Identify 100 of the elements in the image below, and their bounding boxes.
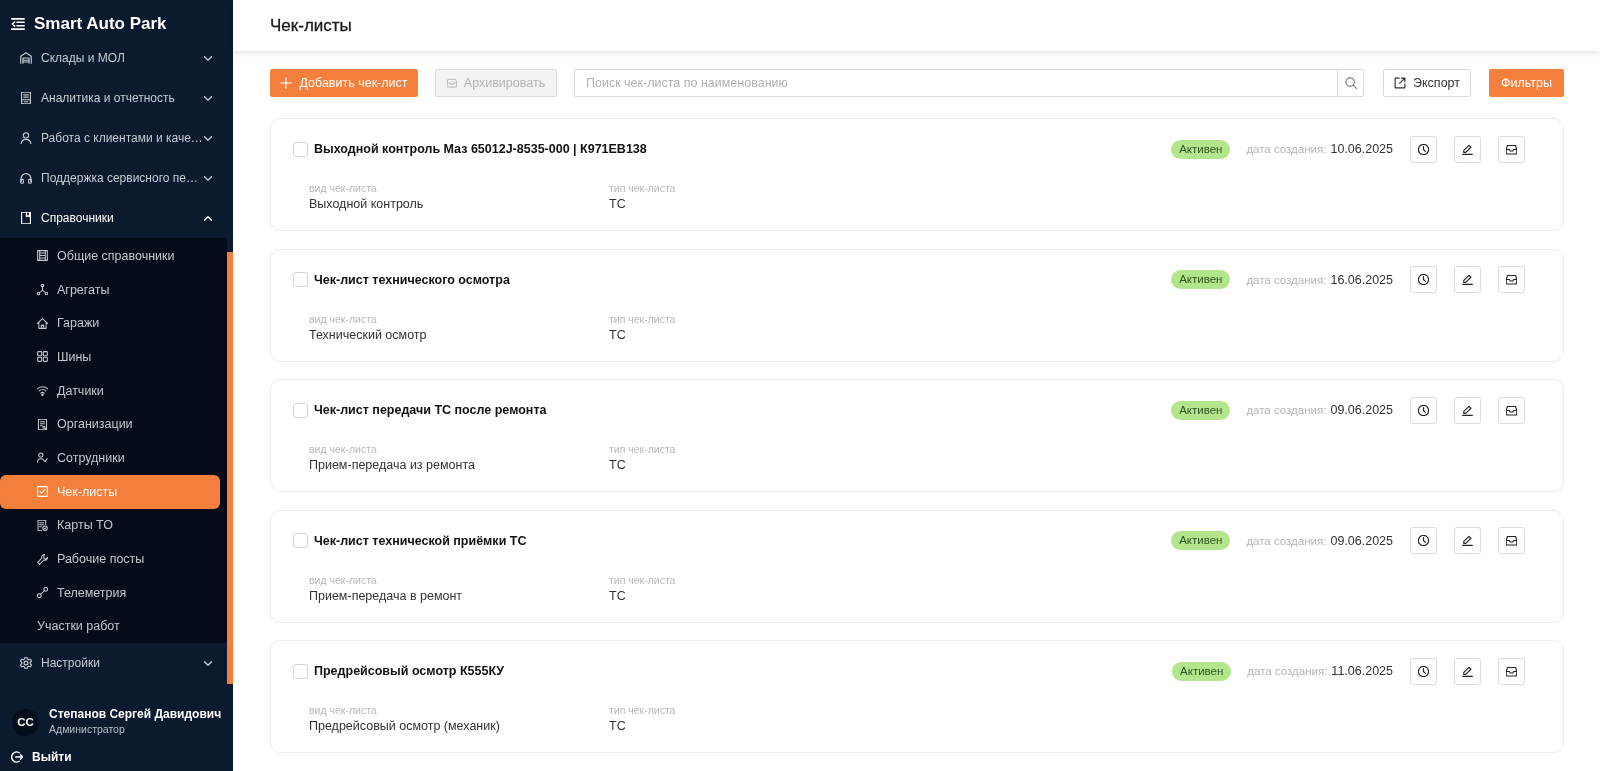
status-badge: Активен [1171, 400, 1231, 420]
date-label: дата создания: [1246, 143, 1327, 155]
link-icon [37, 587, 48, 599]
settings-icon [20, 657, 32, 670]
document-check-icon [37, 519, 48, 531]
status-badge: Активен [1171, 139, 1231, 159]
inbox-icon [446, 78, 457, 88]
pencil-icon [1462, 404, 1473, 416]
sidebar-group[interactable]: Поддержка сервисного пе… [0, 158, 227, 198]
checkbox[interactable] [293, 533, 308, 549]
user-check-icon [37, 452, 48, 464]
sidebar-item[interactable]: Гаражи [0, 306, 220, 341]
archive-item-button[interactable] [1498, 527, 1525, 555]
user-role: Администратор [49, 722, 125, 738]
checklist-title: Предрейсовый осмотр К555КУ [314, 664, 505, 679]
user-avatar: СС [12, 708, 39, 736]
date-label: дата создания: [1246, 404, 1327, 417]
field-value: Прием-передача в ремонт [309, 587, 463, 605]
field-label: вид чек-листа [309, 572, 377, 587]
table-icon [37, 250, 48, 262]
inbox-icon [1506, 535, 1517, 547]
logout-button[interactable]: Выйти [11, 746, 72, 769]
sidebar-group[interactable]: Работа с клиентами и каче… [0, 118, 227, 158]
search-field[interactable]: Поиск чек-листа по наименованию [574, 69, 1337, 97]
field-value: ТС [609, 196, 626, 213]
chevron-down-icon [204, 660, 212, 666]
date-value: 16.06.2025 [1330, 272, 1393, 287]
checkbox[interactable] [293, 402, 308, 418]
clock-icon [1418, 274, 1429, 286]
inbox-icon [1506, 404, 1517, 416]
archive-item-button[interactable] [1498, 135, 1525, 163]
logout-icon [11, 751, 23, 764]
warehouse-icon [20, 52, 32, 64]
sidebar-item[interactable]: Телеметрия [0, 575, 220, 610]
book-icon [20, 212, 32, 224]
wrench-icon [37, 553, 48, 565]
home-icon [37, 317, 48, 329]
sidebar-group[interactable]: Настройки [0, 643, 227, 684]
field-label: вид чек-листа [309, 181, 377, 195]
archive-item-button[interactable] [1498, 657, 1525, 685]
export-button[interactable]: Экспорт [1383, 69, 1471, 97]
field-value: ТС [609, 457, 626, 475]
edit-button[interactable] [1454, 266, 1481, 294]
inbox-icon [1506, 274, 1517, 286]
sidebar-item[interactable]: Участки работ [0, 609, 220, 644]
pencil-icon [1462, 274, 1473, 286]
field-value: Технический осмотр [309, 326, 427, 344]
pencil-icon [1462, 665, 1473, 677]
history-button[interactable] [1410, 657, 1437, 685]
pencil-icon [1462, 535, 1473, 547]
sidebar-item[interactable]: Организации [0, 407, 220, 442]
field-value: ТС [609, 587, 626, 605]
sidebar-item[interactable]: Карты ТО [0, 508, 220, 543]
checkbox-icon [37, 486, 48, 498]
inbox-icon [1506, 665, 1517, 677]
clock-icon [1418, 404, 1429, 416]
field-value: Выходной контроль [309, 196, 424, 213]
field-label: тип чек-листа [609, 181, 676, 195]
history-button[interactable] [1410, 135, 1437, 163]
archive-item-button[interactable] [1498, 396, 1525, 424]
field-label: вид чек-листа [309, 442, 377, 457]
pencil-icon [1462, 143, 1473, 155]
archive-item-button[interactable] [1498, 266, 1525, 294]
sidebar-item[interactable]: Рабочие посты [0, 542, 220, 576]
sidebar-item[interactable]: Шины [0, 340, 220, 374]
edit-button[interactable] [1454, 396, 1481, 424]
sidebar-item[interactable]: Датчики [0, 373, 220, 408]
edit-button[interactable] [1454, 527, 1481, 555]
user-name: Степанов Сергей Давидович [49, 707, 222, 723]
history-button[interactable] [1410, 527, 1437, 555]
status-badge: Активен [1172, 661, 1232, 681]
search-icon [1344, 77, 1357, 89]
edit-button[interactable] [1454, 135, 1481, 163]
chevron-down-icon [204, 95, 212, 101]
status-badge: Активен [1171, 531, 1231, 551]
sidebar-item[interactable]: Агрегаты [0, 272, 220, 307]
sidebar-group[interactable]: Аналитика и отчетность [0, 78, 227, 118]
checkbox[interactable] [293, 663, 308, 679]
document-icon [20, 92, 32, 104]
search-button[interactable] [1337, 69, 1364, 97]
date-label: дата создания: [1246, 534, 1327, 547]
plus-icon [280, 77, 293, 89]
sidebar-group[interactable]: Склады и МОЛ [0, 38, 227, 78]
field-label: тип чек-листа [609, 442, 676, 457]
chevron-up-icon [204, 215, 212, 221]
scrollbar-thumb[interactable] [227, 252, 233, 684]
sidebar-item[interactable]: Общие справочники [0, 239, 220, 273]
chevron-down-icon [204, 55, 212, 61]
history-button[interactable] [1410, 396, 1437, 424]
sidebar-group[interactable]: Справочники [0, 198, 227, 238]
sidebar-item[interactable]: Сотрудники [0, 441, 220, 475]
field-value: ТС [609, 326, 626, 344]
edit-button[interactable] [1454, 657, 1481, 685]
checkbox[interactable] [293, 272, 308, 288]
checkbox[interactable] [293, 141, 308, 157]
chevron-down-icon [204, 175, 212, 181]
field-value: ТС [609, 718, 626, 736]
checklist-title: Чек-лист передачи ТС после ремонта [314, 403, 547, 418]
field-label: вид чек-листа [309, 703, 377, 718]
history-button[interactable] [1410, 266, 1437, 294]
